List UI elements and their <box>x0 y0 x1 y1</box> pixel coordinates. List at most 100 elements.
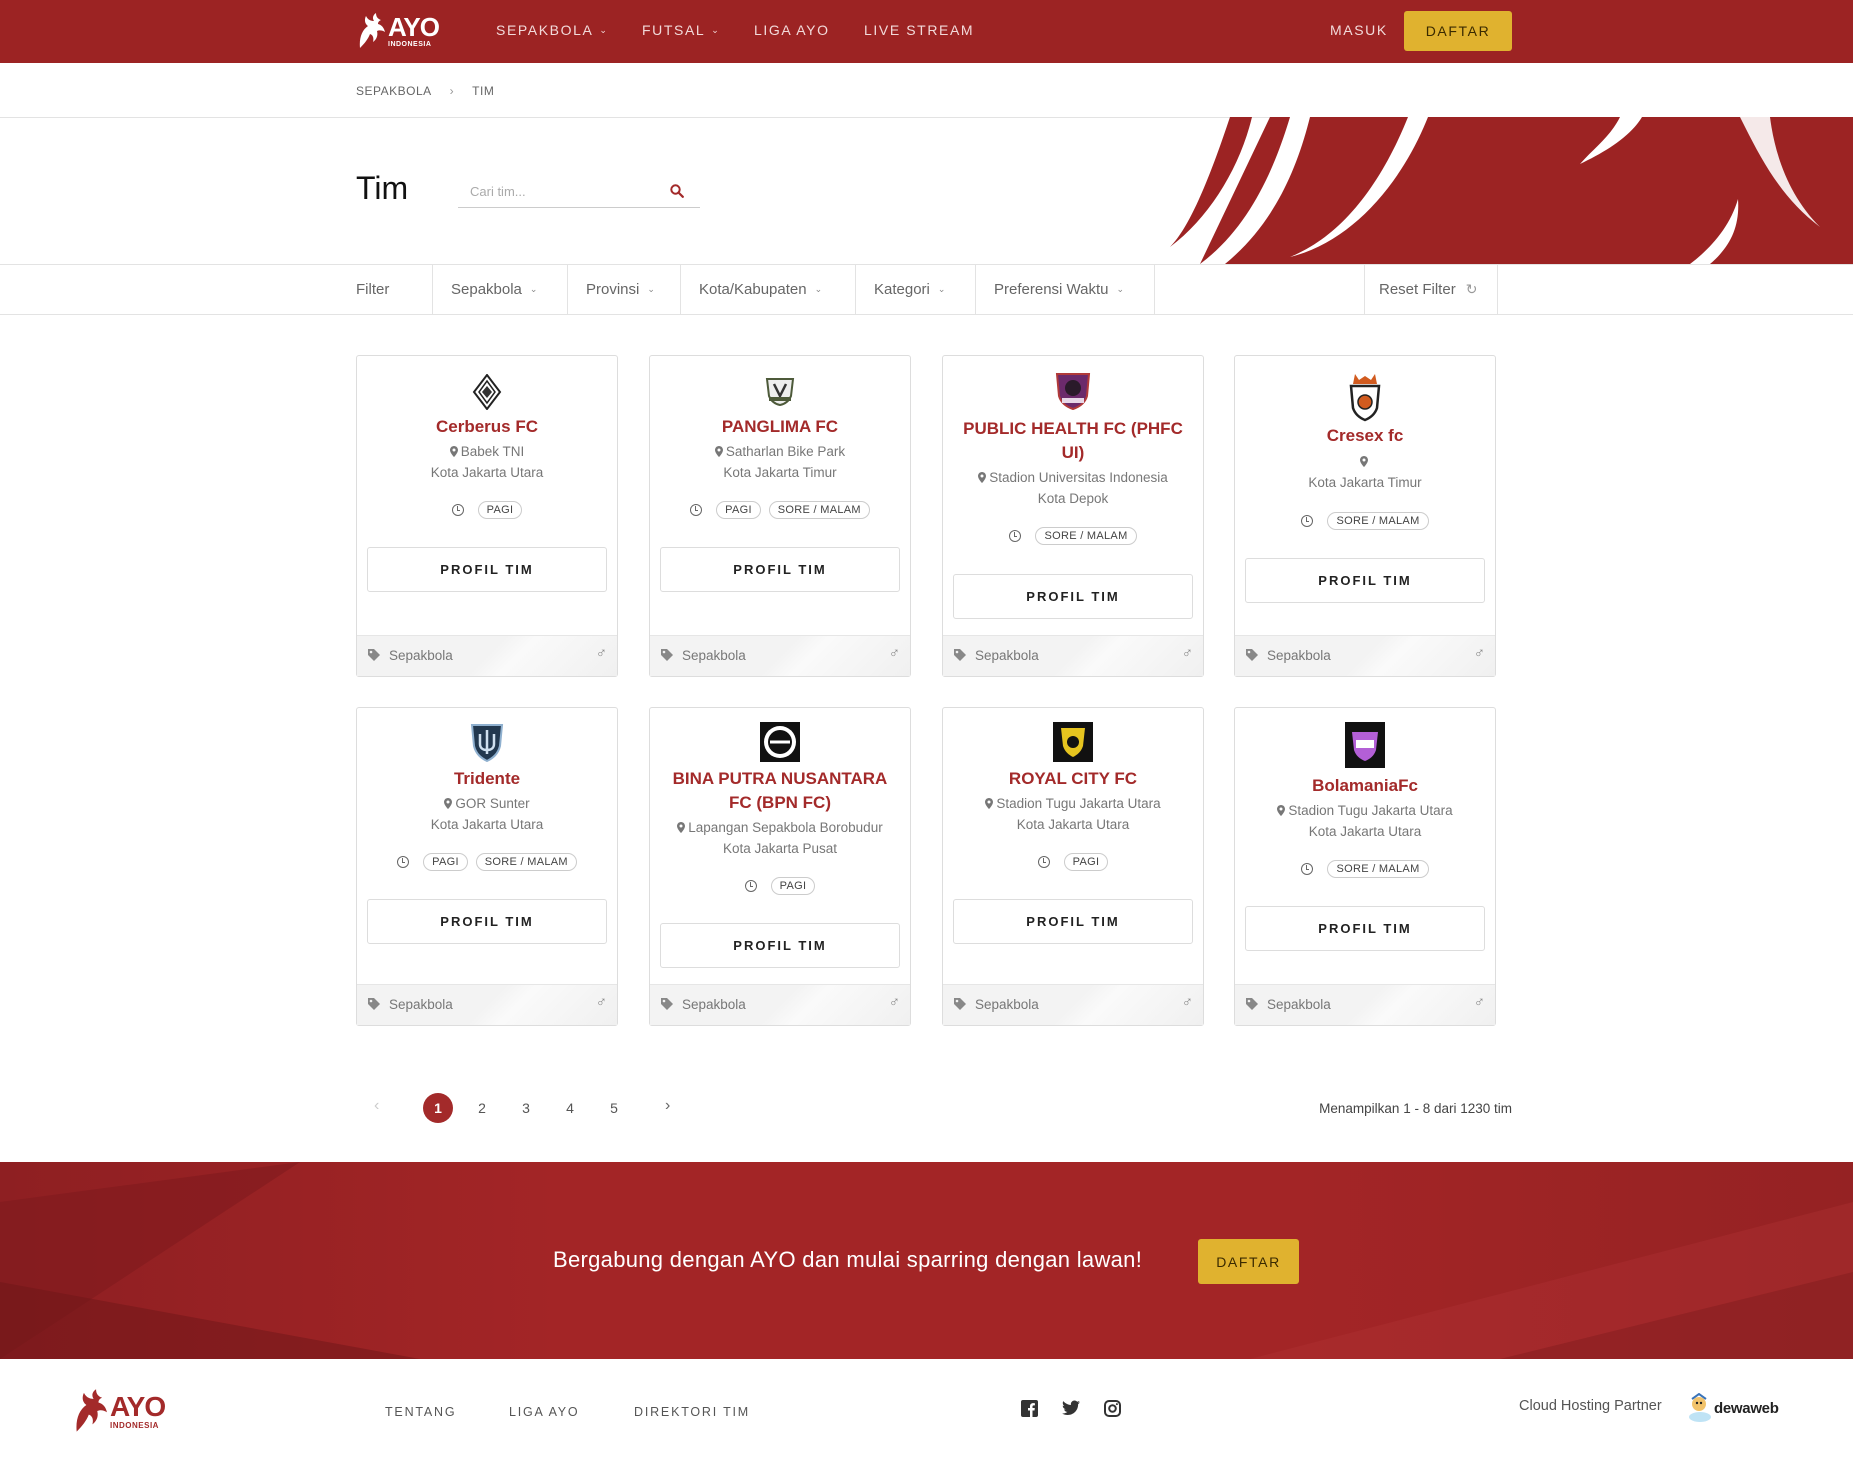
card-footer: Sepakbola ♂ <box>943 635 1203 676</box>
ayo-logo[interactable]: AYO INDONESIA <box>356 12 440 50</box>
nav-liga-ayo[interactable]: LIGA AYO <box>754 22 830 38</box>
page-4[interactable]: 4 <box>555 1093 585 1123</box>
chevron-down-icon: ⌄ <box>647 284 655 294</box>
breadcrumb-sepakbola[interactable]: SEPAKBOLA <box>356 84 432 98</box>
time-preferences: SORE / MALAM <box>943 527 1203 545</box>
profile-button[interactable]: PROFIL TIM <box>1245 558 1485 603</box>
team-venue: GOR Sunter <box>367 793 607 814</box>
clock-icon <box>1301 863 1314 875</box>
nav-sepakbola[interactable]: SEPAKBOLA ⌄ <box>496 22 609 38</box>
team-logo[interactable] <box>472 374 502 410</box>
time-chip: PAGI <box>1063 853 1109 871</box>
team-city: Kota Depok <box>1037 491 1109 506</box>
team-logo[interactable] <box>1347 372 1383 422</box>
profile-button[interactable]: PROFIL TIM <box>367 547 607 592</box>
filter-province[interactable]: Provinsi ⌄ <box>567 265 680 314</box>
login-link[interactable]: MASUK <box>1330 22 1388 38</box>
time-chip: PAGI <box>770 877 816 895</box>
instagram-icon[interactable] <box>1104 1400 1121 1417</box>
team-name[interactable]: PUBLIC HEALTH FC (PHFC UI) <box>953 417 1193 465</box>
venue-text: GOR Sunter <box>455 796 530 811</box>
map-pin-icon <box>449 446 458 457</box>
profile-button[interactable]: PROFIL TIM <box>1245 906 1485 951</box>
team-venue: Lapangan Sepakbola Borobudur <box>660 817 900 838</box>
filter-item-label: Kota/Kabupaten <box>699 281 807 298</box>
search-input[interactable] <box>458 178 658 204</box>
filter-category[interactable]: Kategori ⌄ <box>855 265 975 314</box>
brand-sub: INDONESIA <box>388 41 432 48</box>
map-pin-icon <box>444 798 453 809</box>
time-preferences: SORE / MALAM <box>1235 512 1495 530</box>
team-logo[interactable] <box>1053 722 1093 762</box>
team-logo[interactable] <box>1345 722 1385 768</box>
footer-logo[interactable]: AYO INDONESIA <box>70 1388 166 1434</box>
profile-button[interactable]: PROFIL TIM <box>660 923 900 968</box>
page-1[interactable]: 1 <box>423 1093 453 1123</box>
time-chip: SORE / MALAM <box>475 853 577 871</box>
dewaweb-logo[interactable]: dewaweb <box>1688 1393 1779 1423</box>
profile-button[interactable]: PROFIL TIM <box>367 899 607 944</box>
footer-link-direktori-tim[interactable]: DIREKTORI TIM <box>634 1405 750 1419</box>
twitter-icon[interactable] <box>1062 1400 1080 1416</box>
team-logo[interactable] <box>763 376 797 406</box>
reset-filter-label: Reset Filter <box>1379 281 1456 298</box>
team-name[interactable]: BINA PUTRA NUSANTARA FC (BPN FC) <box>660 767 900 815</box>
filter-city[interactable]: Kota/Kabupaten ⌄ <box>680 265 855 314</box>
sport-label: Sepakbola <box>682 648 746 663</box>
team-name[interactable]: PANGLIMA FC <box>660 415 900 439</box>
nav-label: FUTSAL <box>642 22 706 38</box>
top-navbar: AYO INDONESIA SEPAKBOLA ⌄ FUTSAL ⌄ LIGA AY… <box>0 0 1853 63</box>
time-chip: SORE / MALAM <box>768 501 870 519</box>
register-button[interactable]: DAFTAR <box>1404 11 1512 51</box>
profile-button[interactable]: PROFIL TIM <box>953 899 1193 944</box>
profile-button[interactable]: PROFIL TIM <box>660 547 900 592</box>
team-name[interactable]: BolamaniaFc <box>1245 774 1485 798</box>
team-logo[interactable] <box>469 722 505 762</box>
clock-icon <box>1037 856 1050 868</box>
team-name[interactable]: ROYAL CITY FC <box>953 767 1193 791</box>
footer-link-tentang[interactable]: TENTANG <box>385 1405 456 1419</box>
filter-time-preference[interactable]: Preferensi Waktu ⌄ <box>975 265 1155 314</box>
map-pin-icon <box>985 798 994 809</box>
search-icon[interactable] <box>670 184 684 198</box>
page-5[interactable]: 5 <box>599 1093 629 1123</box>
nav-futsal[interactable]: FUTSAL ⌄ <box>642 22 720 38</box>
profile-button[interactable]: PROFIL TIM <box>953 574 1193 619</box>
filter-item-label: Kategori <box>874 281 930 298</box>
page-title: Tim <box>356 170 409 206</box>
footer-link-liga-ayo[interactable]: LIGA AYO <box>509 1405 579 1419</box>
venue-text: Lapangan Sepakbola Borobudur <box>688 820 883 835</box>
filter-sport[interactable]: Sepakbola ⌄ <box>432 265 567 314</box>
venue-text: Satharlan Bike Park <box>725 444 846 459</box>
team-name[interactable]: Cerberus FC <box>367 415 607 439</box>
team-logo[interactable] <box>1053 370 1093 410</box>
partner-label: Cloud Hosting Partner <box>1519 1398 1662 1414</box>
cta-register-button[interactable]: DAFTAR <box>1198 1239 1299 1284</box>
card-footer: Sepakbola ♂ <box>357 635 617 676</box>
team-card: PUBLIC HEALTH FC (PHFC UI) Stadion Unive… <box>942 355 1204 677</box>
clock-icon <box>690 504 703 516</box>
map-pin-icon <box>1277 805 1286 816</box>
page-2[interactable]: 2 <box>467 1093 497 1123</box>
venue-text: Stadion Tugu Jakarta Utara <box>1288 803 1453 818</box>
team-card: Tridente GOR Sunter Kota Jakarta Utara P… <box>356 707 618 1026</box>
chevron-down-icon: ⌄ <box>711 25 721 35</box>
breadcrumb: SEPAKBOLA › TIM <box>356 84 494 98</box>
card-footer: Sepakbola ♂ <box>357 984 617 1025</box>
tag-icon <box>368 649 380 661</box>
page-3[interactable]: 3 <box>511 1093 541 1123</box>
dewaweb-mascot-icon <box>1689 1393 1711 1422</box>
team-name[interactable]: Tridente <box>367 767 607 791</box>
team-logo[interactable] <box>760 722 800 762</box>
tag-icon <box>1246 998 1258 1010</box>
nav-live-stream[interactable]: LIVE STREAM <box>864 22 974 38</box>
next-page-icon[interactable]: › <box>665 1097 670 1115</box>
facebook-icon[interactable] <box>1021 1400 1038 1417</box>
time-preferences: PAGI SORE / MALAM <box>357 853 617 871</box>
team-name[interactable]: Cresex fc <box>1245 424 1485 448</box>
reset-filter-button[interactable]: Reset Filter ↻ <box>1364 265 1498 314</box>
team-city: Kota Jakarta Utara <box>1016 817 1130 832</box>
search-box <box>458 178 700 208</box>
prev-page-icon[interactable]: ‹ <box>374 1097 379 1115</box>
brand-name: AYO <box>388 12 440 42</box>
